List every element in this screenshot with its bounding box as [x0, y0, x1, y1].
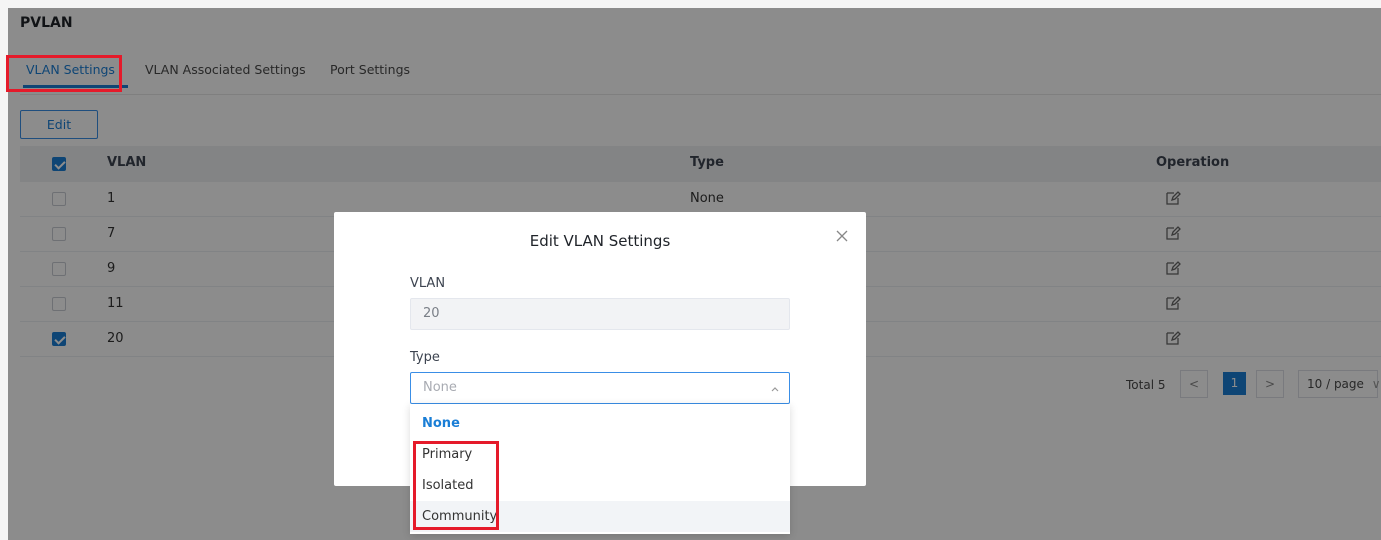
annotation-highlight-tab: [6, 55, 122, 92]
vlan-field-label: VLAN: [410, 276, 446, 291]
type-select-value: None: [423, 380, 457, 395]
vlan-input: 20: [410, 298, 790, 330]
close-icon[interactable]: [834, 228, 850, 244]
chevron-up-icon: [771, 387, 779, 392]
dialog-title: Edit VLAN Settings: [529, 232, 671, 250]
type-select[interactable]: None: [410, 372, 790, 404]
annotation-highlight-options: [413, 441, 499, 530]
option-none[interactable]: None: [410, 408, 790, 439]
type-field-label: Type: [410, 350, 440, 365]
